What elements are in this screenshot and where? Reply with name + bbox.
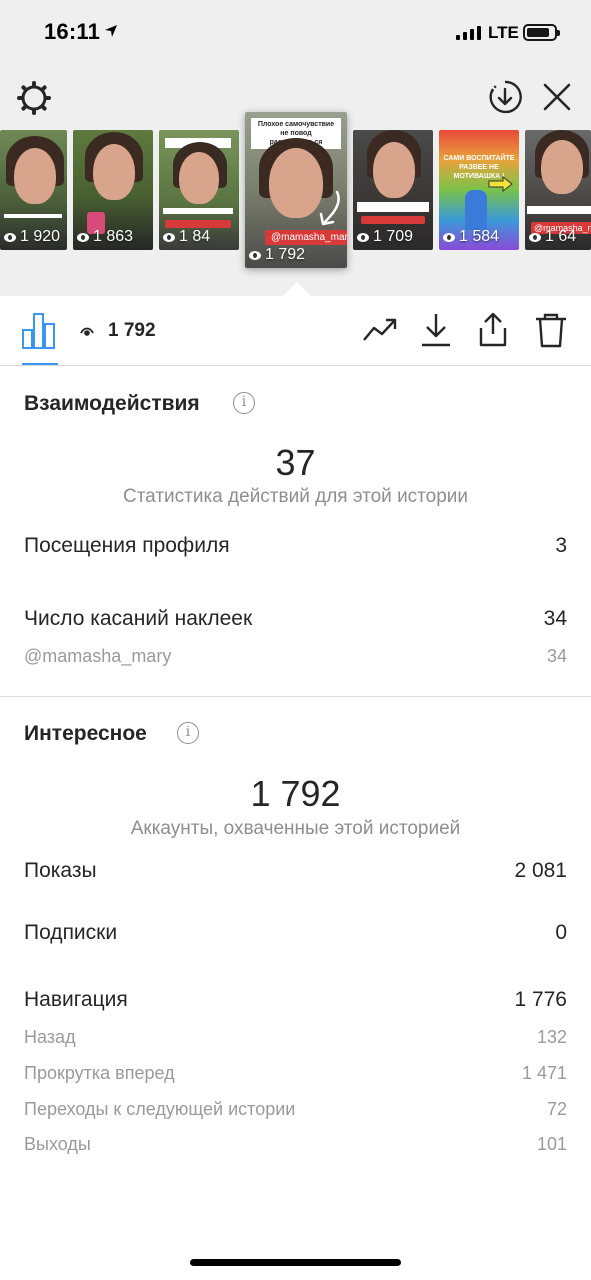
story-thumbnail[interactable]: 1 709 (353, 130, 433, 250)
status-bar: 16:11 LTE (0, 0, 591, 64)
story-views: 1 920 (4, 228, 60, 246)
story-carousel-area: 1 920 1 863 1 84 Плохое самочувствие не … (0, 64, 591, 296)
discovery-caption: Аккаунты, охваченные этой историей (130, 818, 461, 839)
story-thumbnail[interactable]: 1 863 (73, 130, 153, 250)
eye-icon (80, 327, 94, 336)
stat-row: Показы 2 081 (24, 859, 567, 882)
mention-sticker: @mamasha_mary (265, 230, 347, 245)
insights-bar-chart-icon[interactable] (20, 310, 58, 350)
status-time: 16:11 (44, 19, 101, 44)
discovery-section: Интересное i 1 792 Аккаунты, охваченные … (0, 697, 591, 1197)
home-indicator[interactable] (190, 1259, 401, 1266)
selection-pointer (283, 282, 311, 296)
stat-sub-row: Назад 132 (24, 1027, 567, 1047)
signal-icon (456, 26, 481, 40)
stat-sub-row: Прокрутка вперед 1 471 (24, 1063, 567, 1083)
stat-sub-row: @mamasha_mary 34 (24, 646, 567, 666)
views-count[interactable]: 1 792 (80, 320, 156, 342)
arrow-right-icon (488, 176, 513, 192)
story-views: 1 709 (357, 228, 413, 246)
interactions-caption: Статистика действий для этой истории (122, 486, 469, 507)
close-icon[interactable] (542, 82, 572, 112)
share-icon[interactable] (475, 312, 511, 348)
info-icon[interactable]: i (177, 722, 199, 744)
story-views: 1 84 (163, 228, 210, 246)
stat-row: Навигация 1 776 (24, 988, 567, 1011)
story-thumbnails: 1 920 1 863 1 84 Плохое самочувствие не … (0, 112, 591, 270)
story-thumbnail-selected[interactable]: Плохое самочувствие не повод расслаблять… (245, 112, 347, 268)
info-icon[interactable]: i (233, 392, 255, 414)
story-thumbnail[interactable]: 1 84 (159, 130, 239, 250)
discovery-total: 1 792 (250, 773, 341, 814)
download-icon[interactable] (418, 312, 454, 348)
stat-sub-row: Переходы к следующей истории 72 (24, 1099, 567, 1119)
stat-sub-row: Выходы 101 (24, 1134, 567, 1154)
interactions-section: Взаимодействия i 37 Статистика действий … (0, 366, 591, 696)
story-views: 1 863 (77, 228, 133, 246)
trend-up-icon[interactable] (362, 312, 398, 348)
story-views: 1 64 (529, 228, 576, 246)
story-thumbnail[interactable]: САМИ ВОСПИТАЙТЕ РАЗВЕЕ НЕ МОТИВАШКА ! 1 … (439, 130, 519, 250)
stat-row: Посещения профиля 3 (24, 534, 567, 557)
network-label: LTE (488, 23, 519, 42)
settings-gear-icon[interactable] (16, 80, 52, 116)
story-thumbnail[interactable]: @mamasha_mary 1 64 (525, 130, 591, 250)
interactions-total: 37 (275, 442, 316, 483)
battery-icon (523, 24, 560, 41)
section-title: Взаимодействия (24, 392, 200, 415)
trash-icon[interactable] (533, 312, 569, 348)
stat-row: Подписки 0 (24, 921, 567, 944)
insights-toolbar: 1 792 (0, 296, 591, 366)
story-thumbnail[interactable]: 1 920 (0, 130, 67, 250)
location-arrow-icon (105, 25, 117, 37)
views-count-value: 1 792 (108, 320, 156, 341)
section-title: Интересное (24, 722, 147, 745)
story-views: 1 792 (249, 246, 305, 264)
active-tab-indicator (22, 363, 58, 365)
arrow-doodle-icon (319, 190, 340, 226)
download-circle-icon[interactable] (488, 80, 522, 114)
story-views: 1 584 (443, 228, 499, 246)
stat-row: Число касаний наклеек 34 (24, 607, 567, 630)
